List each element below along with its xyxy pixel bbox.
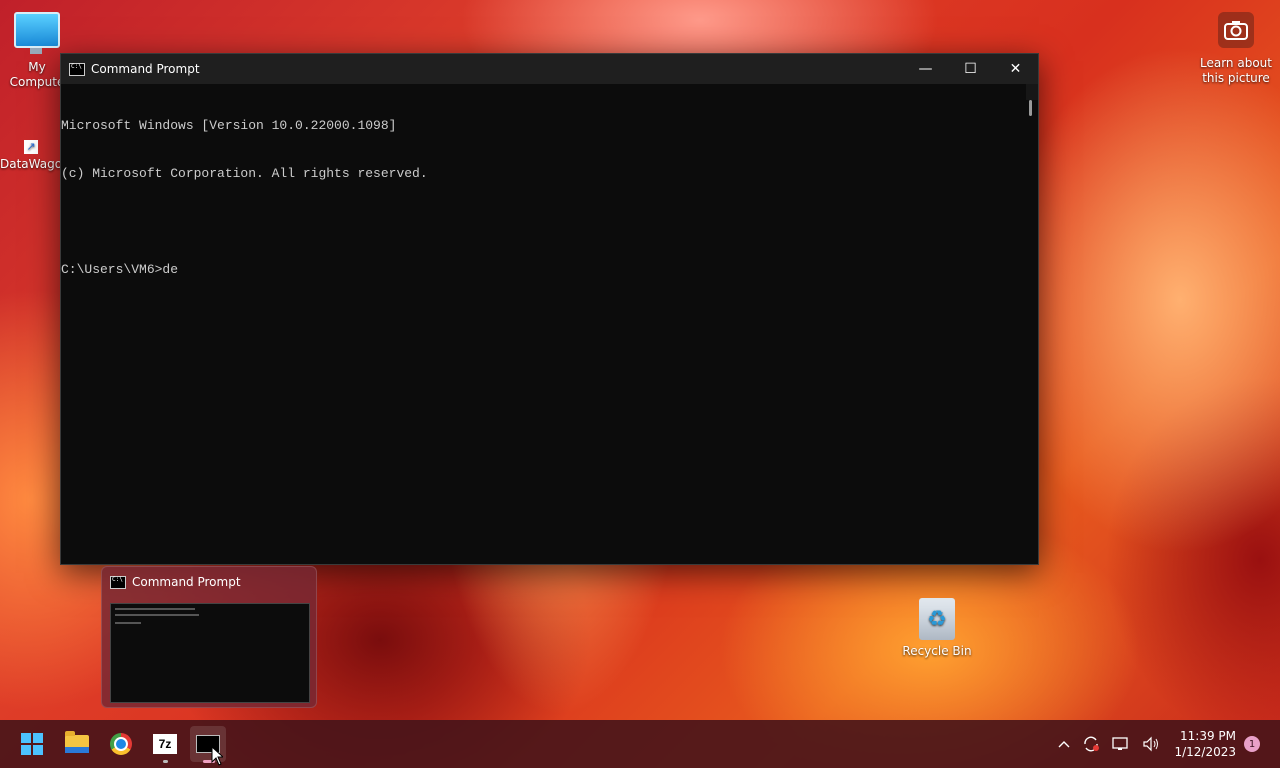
- console-output[interactable]: Microsoft Windows [Version 10.0.22000.10…: [61, 84, 1038, 564]
- desktop-icon-label: DataWagon: [0, 157, 70, 171]
- chrome-button[interactable]: [103, 726, 139, 762]
- preview-title: Command Prompt: [132, 575, 241, 589]
- system-tray: 11:39 PM 1/12/2023 1: [1052, 720, 1280, 768]
- scrollbar[interactable]: [1026, 84, 1038, 116]
- recycle-bin-icon: ♻: [919, 598, 955, 640]
- minimize-button[interactable]: —: [903, 54, 948, 84]
- window-title: Command Prompt: [91, 62, 200, 76]
- file-explorer-button[interactable]: [59, 726, 95, 762]
- mouse-cursor-icon: [211, 746, 223, 766]
- monitor-icon: [14, 12, 60, 54]
- spotlight-label-line1: Learn about: [1200, 56, 1272, 70]
- desktop-icon-recycle-bin[interactable]: ♻ Recycle Bin: [902, 598, 972, 659]
- running-indicator: [163, 760, 168, 763]
- console-line: (c) Microsoft Corporation. All rights re…: [61, 166, 428, 181]
- 7zip-button[interactable]: 7z: [147, 726, 183, 763]
- sync-icon[interactable]: [1082, 736, 1100, 752]
- desktop-icon-label: Recycle Bin: [902, 644, 972, 658]
- cmd-icon: [69, 62, 85, 76]
- chrome-icon: [110, 733, 132, 755]
- volume-icon[interactable]: [1142, 736, 1160, 752]
- command-prompt-window[interactable]: Command Prompt — ☐ ✕ Microsoft Windows […: [60, 53, 1039, 565]
- camera-icon: [1218, 12, 1254, 48]
- console-line: Microsoft Windows [Version 10.0.22000.10…: [61, 118, 397, 133]
- desktop-icon-label: My Compute: [9, 60, 65, 89]
- 7zip-icon: 7z: [153, 734, 177, 754]
- notification-badge[interactable]: 1: [1244, 736, 1260, 752]
- close-button[interactable]: ✕: [993, 54, 1038, 84]
- folder-icon: [65, 731, 89, 753]
- preview-thumbnail: [110, 603, 310, 703]
- window-titlebar[interactable]: Command Prompt — ☐ ✕: [61, 54, 1038, 84]
- clock[interactable]: 11:39 PM 1/12/2023: [1174, 728, 1236, 760]
- start-button[interactable]: [14, 726, 50, 762]
- shortcut-arrow-icon: ↗: [24, 140, 38, 154]
- cmd-icon: [110, 575, 126, 589]
- network-icon[interactable]: [1112, 736, 1130, 752]
- spotlight-label-line2: this picture: [1202, 71, 1270, 85]
- windows-logo-icon: [21, 733, 43, 755]
- desktop-icon-datawagon[interactable]: ↗ DataWagon: [0, 140, 70, 172]
- desktop-icon-my-computer[interactable]: My Compute: [6, 12, 68, 90]
- maximize-button[interactable]: ☐: [948, 54, 993, 84]
- clock-date: 1/12/2023: [1174, 745, 1236, 759]
- scrollbar-thumb[interactable]: [1029, 100, 1032, 116]
- taskbar-thumbnail-preview[interactable]: Command Prompt: [101, 566, 317, 708]
- learn-about-picture[interactable]: Learn about this picture: [1198, 12, 1274, 86]
- taskbar: 7z 11:39 PM 1/12/2023 1: [0, 720, 1280, 768]
- clock-time: 11:39 PM: [1180, 729, 1236, 743]
- chevron-up-icon[interactable]: [1058, 740, 1070, 748]
- console-prompt-line[interactable]: C:\Users\VM6>de: [61, 262, 1038, 278]
